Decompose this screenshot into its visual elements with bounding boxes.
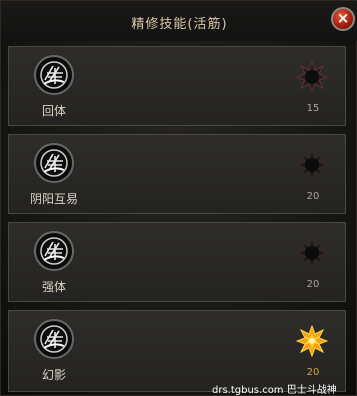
skill-rune-icon[interactable] [34,231,74,271]
dark-star-gem-icon[interactable] [296,61,328,93]
skill-name: 回体 [41,104,66,118]
dark-star-gem-icon[interactable] [296,149,328,181]
skill-row-4[interactable]: 幻影 20 [8,310,346,392]
gem-count: 20 [306,279,320,290]
skill-row-1[interactable]: 回体 15 [8,46,346,126]
skill-rune-icon[interactable] [34,55,74,95]
watermark-text: drs.tgbus.com 巴士斗战神 [212,385,337,396]
skill-rune-icon[interactable] [34,319,74,359]
skill-row-2[interactable]: 阴阳互易 20 [8,134,346,214]
skill-row-3[interactable]: 强体 20 [8,222,346,302]
skill-rune-icon[interactable] [34,143,74,183]
title-bar: 精修技能(活筋) × [1,1,357,41]
gold-star-gem-icon[interactable] [296,325,328,357]
skill-refine-panel: 精修技能(活筋) × 回体 15 阴阳互易 20 强体 20 幻影 20 drs… [0,0,357,396]
dark-star-gem-icon[interactable] [296,237,328,269]
skill-name: 幻影 [41,368,66,382]
skill-name: 强体 [41,280,66,294]
gem-count: 15 [306,103,320,114]
close-button[interactable]: × [331,7,355,31]
gem-count: 20 [306,367,320,378]
gem-count: 20 [306,191,320,202]
panel-title: 精修技能(活筋) [131,17,228,32]
skill-name: 阴阳互易 [29,192,78,206]
